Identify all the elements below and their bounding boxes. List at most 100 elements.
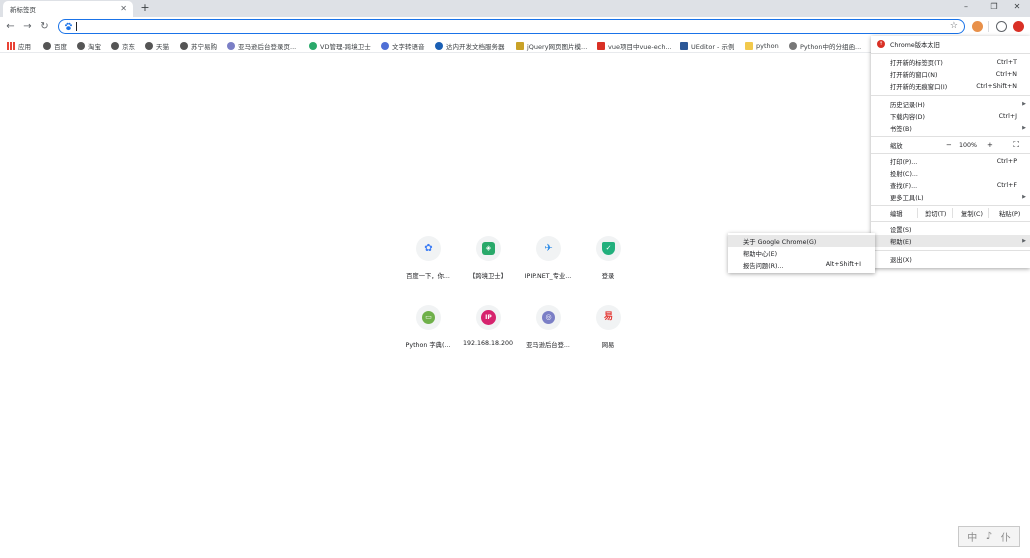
bookmark-item[interactable]: jQuery网页图片模...: [516, 40, 587, 51]
minimize-icon[interactable]: –: [952, 1, 980, 13]
menu-item-bookmarks[interactable]: 书签(B) ▶: [871, 122, 1030, 134]
menu-item-edit: 编辑 剪切(T) 复制(C) 粘贴(P): [871, 207, 1030, 219]
cut-button[interactable]: 剪切(T): [925, 209, 946, 218]
forward-arrow-icon[interactable]: →: [21, 20, 34, 33]
shortcut-tile[interactable]: 易 网易: [583, 305, 633, 365]
tab-close-icon[interactable]: ✕: [120, 4, 127, 13]
tile-icon-circle: ◈: [476, 236, 501, 261]
extension-cookie-icon[interactable]: [972, 21, 983, 32]
bookmark-label: 文字转语音: [392, 42, 425, 51]
menu-shortcut: Ctrl+J: [998, 112, 1017, 120]
bookmark-item[interactable]: Python中的分组函...: [789, 40, 861, 51]
menu-divider: [871, 221, 1030, 222]
menu-item-cast[interactable]: 投射(C)...: [871, 167, 1030, 179]
shortcut-tile[interactable]: ✓ 登录: [583, 236, 633, 296]
baidu-search-icon[interactable]: [64, 22, 73, 31]
bookmark-item[interactable]: 京东: [111, 40, 135, 51]
tab-new-tab-page[interactable]: 新标签页 ✕: [3, 1, 133, 17]
globe-icon: [43, 41, 51, 50]
zoom-out-button[interactable]: −: [946, 141, 952, 149]
menu-label: 查找(F)...: [890, 182, 918, 190]
profile-avatar-icon[interactable]: [996, 21, 1007, 32]
bookmark-star-icon[interactable]: ☆: [950, 21, 958, 31]
menu-item-settings[interactable]: 设置(S): [871, 223, 1030, 235]
submenu-item-help-center[interactable]: 帮助中心(E): [728, 247, 875, 259]
bookmark-item[interactable]: 天猫: [145, 40, 169, 51]
tile-icon-circle: 易: [596, 305, 621, 330]
menu-item-history[interactable]: 历史记录(H) ▶: [871, 98, 1030, 110]
bookmark-item[interactable]: 文字转语音: [381, 40, 425, 51]
tile-label: 亚马逊后台登...: [526, 342, 570, 349]
submenu-arrow-icon: ▶: [1022, 238, 1026, 244]
menu-label: Chrome版本太旧: [890, 41, 940, 49]
submenu-item-report[interactable]: 报告问题(R)... Alt+Shift+I: [728, 259, 875, 271]
submenu-label: 帮助中心(E): [743, 251, 778, 258]
edit-divider: [988, 208, 989, 218]
amazon-icon: ◎: [542, 311, 555, 324]
menu-label: 下载内容(D): [890, 113, 925, 121]
menu-label: 投射(C)...: [890, 170, 918, 178]
menu-item-help[interactable]: 帮助(E) ▶: [871, 235, 1030, 247]
update-menu-icon[interactable]: [1013, 21, 1024, 32]
shortcut-tile[interactable]: ◈ 【跨境卫士】: [463, 236, 513, 296]
menu-shortcut: Ctrl+P: [996, 157, 1017, 165]
globe-icon: [145, 41, 153, 50]
bookmark-item[interactable]: vue项目中vue-ech...: [597, 40, 672, 51]
bookmark-label: 苏宁易购: [191, 42, 217, 51]
tile-icon-circle: ▭: [416, 305, 441, 330]
watermark-stamp: 中 ♪ 仆: [958, 526, 1020, 547]
login-shield-icon: ✓: [602, 242, 615, 255]
shortcut-tile[interactable]: ✈ IPIP.NET_专业...: [523, 236, 573, 296]
menu-item-new-tab[interactable]: 打开新的标签页(T) Ctrl+T: [871, 56, 1030, 68]
fullscreen-icon[interactable]: ⛶: [1013, 140, 1019, 150]
bookmark-label: 亚马逊后台登录页...: [238, 42, 297, 51]
tile-icon-circle: ✓: [596, 236, 621, 261]
menu-item-incognito[interactable]: 打开新的无痕窗口(I) Ctrl+Shift+N: [871, 80, 1030, 92]
bookmark-item[interactable]: UEditor - 示例: [680, 40, 734, 51]
shortcut-tile[interactable]: IP 192.168.18.200: [463, 305, 513, 365]
watermark-char: 中: [967, 533, 978, 544]
copy-button[interactable]: 复制(C): [961, 209, 983, 218]
menu-shortcut: Ctrl+Shift+N: [976, 82, 1017, 90]
omnibox[interactable]: ☆: [58, 19, 965, 34]
shortcut-tile[interactable]: ✿ 百度一下，你...: [403, 236, 453, 296]
paste-button[interactable]: 粘贴(P): [999, 209, 1020, 218]
menu-item-exit[interactable]: 退出(X): [871, 253, 1030, 265]
bookmark-item[interactable]: VD管理-跨境卫士: [309, 40, 371, 51]
submenu-item-about[interactable]: 关于 Google Chrome(G): [728, 235, 875, 247]
zoom-in-button[interactable]: +: [987, 141, 993, 149]
back-arrow-icon[interactable]: ←: [4, 20, 17, 33]
menu-item-zoom: 缩放 − 100% + ⛶: [871, 139, 1030, 151]
bookmark-item[interactable]: 应用: [7, 40, 31, 51]
bookmark-label: 应用: [18, 42, 31, 51]
bookmark-item[interactable]: 淘宝: [77, 40, 101, 51]
window-close-icon[interactable]: ✕: [1003, 1, 1030, 13]
menu-item-print[interactable]: 打印(P)... Ctrl+P: [871, 155, 1030, 167]
bookmark-item[interactable]: 达内开发文档服务器: [435, 40, 505, 51]
bookmark-item[interactable]: 百度: [43, 40, 67, 51]
shortcut-tile[interactable]: ▭ Python 字典(...: [403, 305, 453, 365]
bookmark-item[interactable]: 苏宁易购: [180, 40, 217, 51]
reload-icon[interactable]: ↻: [38, 20, 51, 33]
shortcut-tile[interactable]: ◎ 亚马逊后台登...: [523, 305, 573, 365]
address-input[interactable]: [76, 21, 936, 32]
bookmark-item[interactable]: python: [745, 40, 779, 51]
folder-icon: [745, 41, 753, 50]
python-dict-icon: ▭: [422, 311, 435, 324]
zoom-level: 100%: [959, 141, 978, 149]
menu-item-new-window[interactable]: 打开新的窗口(N) Ctrl+N: [871, 68, 1030, 80]
menu-item-downloads[interactable]: 下载内容(D) Ctrl+J: [871, 110, 1030, 122]
menu-label: 打开新的窗口(N): [890, 71, 938, 79]
bookmark-item[interactable]: 亚马逊后台登录页...: [227, 40, 296, 51]
amazon-icon: [227, 41, 235, 50]
toolbar: ← → ↻ ☆: [0, 17, 1030, 36]
bookmark-label: jQuery网页图片模...: [527, 42, 588, 51]
netease-icon: 易: [603, 312, 613, 322]
menu-item-update[interactable]: ↑ Chrome版本太旧: [871, 38, 1030, 50]
submenu-arrow-icon: ▶: [1022, 101, 1026, 107]
menu-label: 帮助(E): [890, 238, 912, 246]
new-tab-button[interactable]: +: [139, 1, 151, 15]
menu-item-more-tools[interactable]: 更多工具(L) ▶: [871, 191, 1030, 203]
ip-icon: IP: [481, 310, 496, 325]
menu-item-find[interactable]: 查找(F)... Ctrl+F: [871, 179, 1030, 191]
